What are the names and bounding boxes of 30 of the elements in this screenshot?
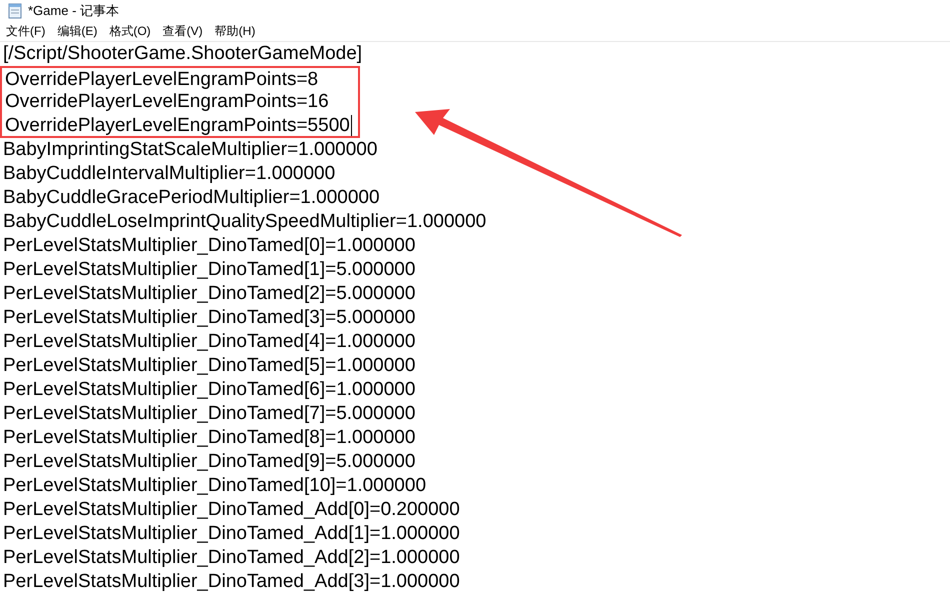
- code-line: PerLevelStatsMultiplier_DinoTamed[8]=1.000000: [3, 426, 416, 450]
- code-line: PerLevelStatsMultiplier_DinoTamed[2]=5.000000: [3, 282, 416, 306]
- code-line: [/Script/ShooterGame.ShooterGameMode]: [3, 42, 362, 66]
- code-line: BabyImprintingStatScaleMultiplier=1.000000: [3, 138, 378, 162]
- code-line: OverridePlayerLevelEngramPoints=5500: [0, 114, 360, 138]
- code-line: BabyCuddleLoseImprintQualitySpeedMultiplier=1.000000: [3, 210, 486, 234]
- code-line: PerLevelStatsMultiplier_DinoTamed[1]=5.000000: [3, 258, 416, 282]
- notepad-icon: [8, 2, 22, 18]
- code-line: BabyCuddleIntervalMultiplier=1.000000: [3, 162, 336, 186]
- code-line: PerLevelStatsMultiplier_DinoTamed[7]=5.000000: [3, 402, 416, 426]
- code-line: PerLevelStatsMultiplier_DinoTamed[9]=5.000000: [3, 450, 416, 474]
- code-line: BabyCuddleGracePeriodMultiplier=1.000000: [3, 186, 380, 210]
- code-line: OverridePlayerLevelEngramPoints=8: [0, 66, 360, 90]
- menu-item[interactable]: 编辑(E): [57, 22, 98, 40]
- menu-item[interactable]: 格式(O): [109, 22, 151, 40]
- code-line: PerLevelStatsMultiplier_DinoTamed_Add[1]=1.000000: [3, 522, 460, 546]
- code-line: PerLevelStatsMultiplier_DinoTamed[5]=1.000000: [3, 354, 416, 378]
- code-line: OverridePlayerLevelEngramPoints=16: [0, 90, 360, 114]
- menu-item[interactable]: 帮助(H): [214, 22, 256, 40]
- code-line: PerLevelStatsMultiplier_DinoTamed_Add[3]=1.000000: [3, 570, 460, 594]
- code-line: PerLevelStatsMultiplier_DinoTamed_Add[0]=0.200000: [3, 498, 460, 522]
- code-line: PerLevelStatsMultiplier_DinoTamed[4]=1.000000: [3, 330, 416, 354]
- code-line: PerLevelStatsMultiplier_DinoTamed[10]=1.000000: [3, 474, 426, 498]
- menu-item[interactable]: 查看(V): [162, 22, 203, 40]
- code-line: PerLevelStatsMultiplier_DinoTamed_Add[2]=1.000000: [3, 546, 460, 570]
- window-title: *Game - 记事本: [28, 2, 120, 20]
- code-line: PerLevelStatsMultiplier_DinoTamed[0]=1.000000: [3, 234, 416, 258]
- menu-item[interactable]: 文件(F): [6, 22, 46, 40]
- code-line: PerLevelStatsMultiplier_DinoTamed[3]=5.000000: [3, 306, 416, 330]
- code-line: PerLevelStatsMultiplier_DinoTamed[6]=1.000000: [3, 378, 416, 402]
